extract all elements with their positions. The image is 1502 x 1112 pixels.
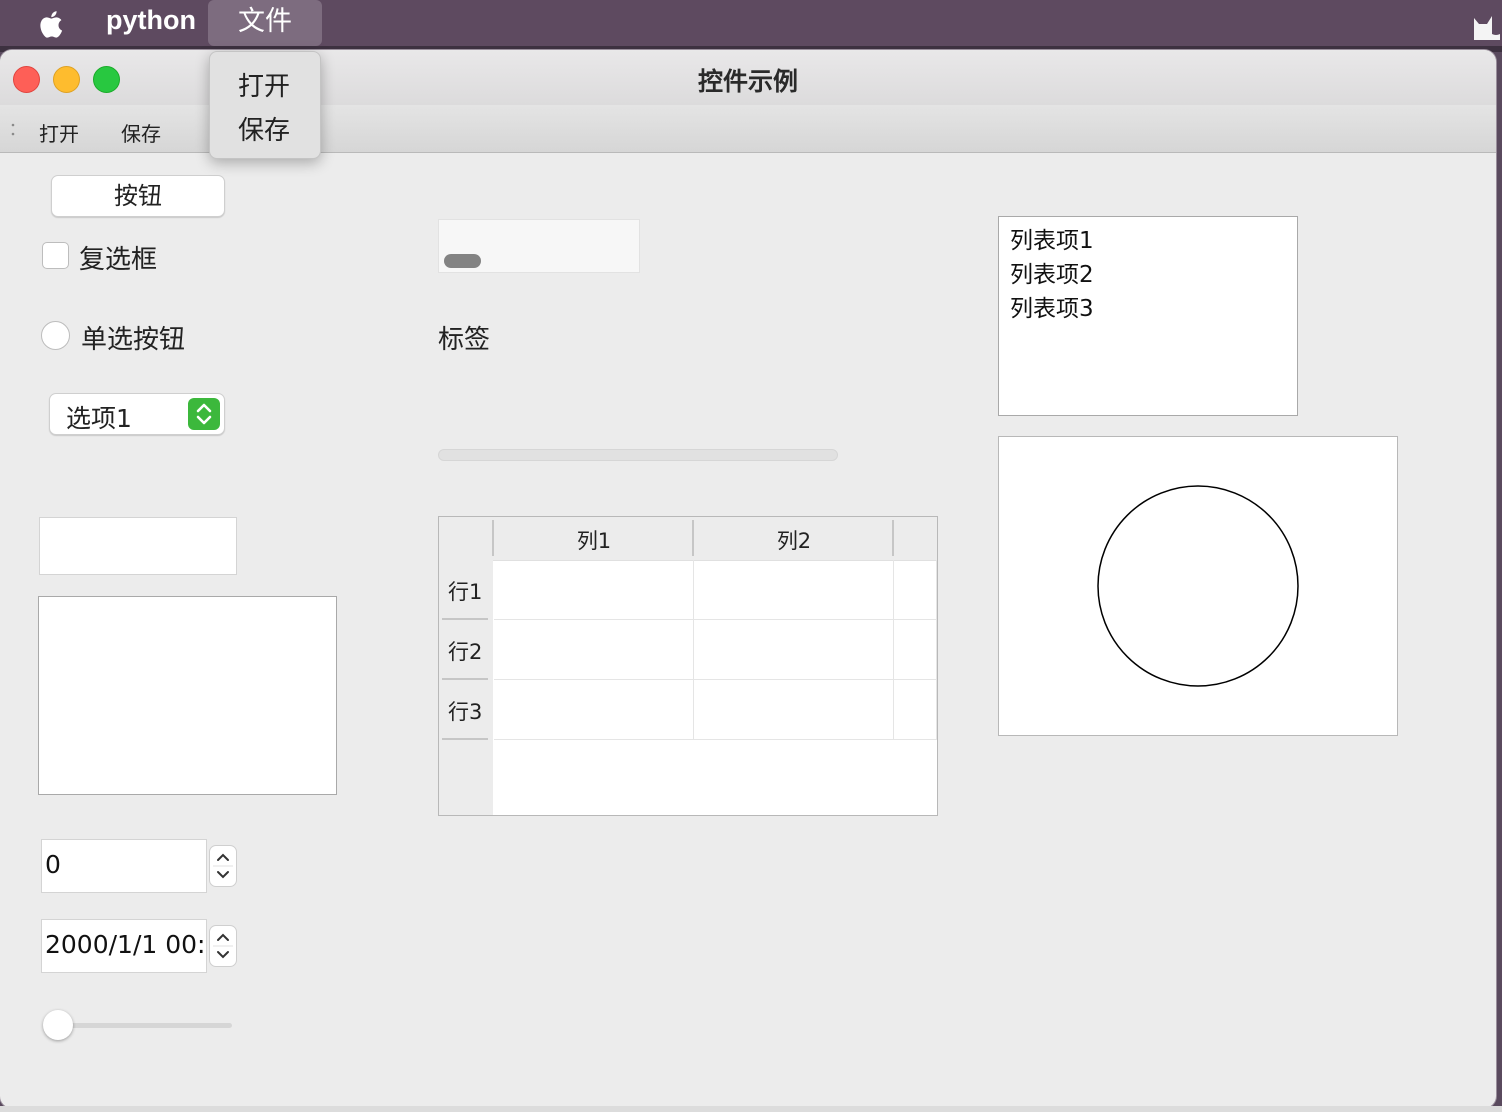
column-header-2[interactable]: 列2 <box>695 525 893 555</box>
list-item[interactable]: 列表项2 <box>1010 255 1094 289</box>
datetime-edit[interactable]: 2000/1/1 00:00 <box>41 919 207 973</box>
progress-bar <box>438 449 838 461</box>
table-widget[interactable]: 列1 列2 行1 行2 行3 <box>438 516 938 816</box>
app-name-menu[interactable]: python <box>106 5 196 36</box>
background-window-edge <box>0 1106 1502 1112</box>
combo-box[interactable]: 选项1 <box>49 393 225 435</box>
table-cell-empty <box>894 680 937 740</box>
table-cell[interactable] <box>694 680 894 740</box>
system-menu-bar: python 文件 <box>0 0 1502 48</box>
combo-box-value: 选项1 <box>66 404 132 433</box>
row-header-1[interactable]: 行1 <box>439 560 493 620</box>
scroll-area[interactable] <box>438 219 640 273</box>
stepper-arrows-icon <box>213 853 233 879</box>
table-cell[interactable] <box>494 560 694 620</box>
combo-box-arrows[interactable] <box>188 398 220 430</box>
chevron-up-down-icon <box>196 403 212 425</box>
text-edit[interactable] <box>38 596 337 795</box>
table-cell-empty <box>894 620 937 680</box>
radio-button[interactable] <box>41 321 70 350</box>
list-item[interactable]: 列表项1 <box>1010 221 1094 255</box>
table-cell[interactable] <box>694 560 894 620</box>
horizontal-scrollbar-thumb[interactable] <box>444 254 481 268</box>
column-header-1[interactable]: 列1 <box>495 525 693 555</box>
checkbox-label[interactable]: 复选框 <box>79 239 157 276</box>
cat-icon[interactable] <box>1470 4 1502 44</box>
file-menu-dropdown: 打开 保存 <box>209 51 321 159</box>
spin-box[interactable]: 0 <box>41 839 207 893</box>
toolbar-open-button[interactable]: 打开 <box>39 118 79 147</box>
spin-box-value: 0 <box>45 850 61 879</box>
header-divider <box>892 520 894 556</box>
datetime-edit-value: 2000/1/1 00:00 <box>45 930 206 959</box>
row-header-2[interactable]: 行2 <box>439 620 493 680</box>
header-divider <box>692 520 694 556</box>
list-item[interactable]: 列表项3 <box>1010 289 1094 323</box>
table-cell-empty <box>894 560 937 620</box>
stepper-arrows-icon <box>213 933 233 959</box>
circle-shape <box>1097 485 1299 687</box>
file-menu[interactable]: 文件 <box>208 0 322 46</box>
radio-button-label[interactable]: 单选按钮 <box>81 319 185 356</box>
row-header-label: 行1 <box>448 580 483 604</box>
menu-item-save[interactable]: 保存 <box>238 110 290 147</box>
list-widget[interactable]: 列表项1 列表项2 列表项3 <box>998 216 1298 416</box>
row-header-label: 行3 <box>448 700 483 724</box>
graphics-view[interactable] <box>998 436 1398 736</box>
row-divider <box>442 738 488 740</box>
apple-icon[interactable] <box>34 6 70 42</box>
spin-box-stepper[interactable] <box>209 845 237 887</box>
toolbar-grip-icon[interactable] <box>11 121 15 139</box>
label: 标签 <box>438 325 491 355</box>
table-header: 列1 列2 <box>439 517 937 561</box>
row-header-label: 行2 <box>448 640 483 664</box>
checkbox[interactable] <box>42 242 69 269</box>
header-divider <box>492 520 494 556</box>
row-header-3[interactable]: 行3 <box>439 680 493 740</box>
menu-item-open[interactable]: 打开 <box>238 66 290 103</box>
central-widget: 按钮 复选框 单选按钮 选项1 0 2000/1/1 00: 标签 列1 列2 … <box>0 153 1496 1108</box>
toolbar-save-button[interactable]: 保存 <box>121 118 161 147</box>
table-cell[interactable] <box>694 620 894 680</box>
slider-handle[interactable] <box>43 1010 73 1040</box>
line-edit[interactable] <box>39 517 237 575</box>
datetime-edit-stepper[interactable] <box>209 925 237 967</box>
main-window: 控件示例 打开 保存 按钮 复选框 单选按钮 选项1 0 2000/1/1 00… <box>0 50 1496 1108</box>
table-cell[interactable] <box>494 680 694 740</box>
table-cell[interactable] <box>494 620 694 680</box>
slider-track[interactable] <box>46 1023 232 1028</box>
push-button[interactable]: 按钮 <box>51 175 225 217</box>
